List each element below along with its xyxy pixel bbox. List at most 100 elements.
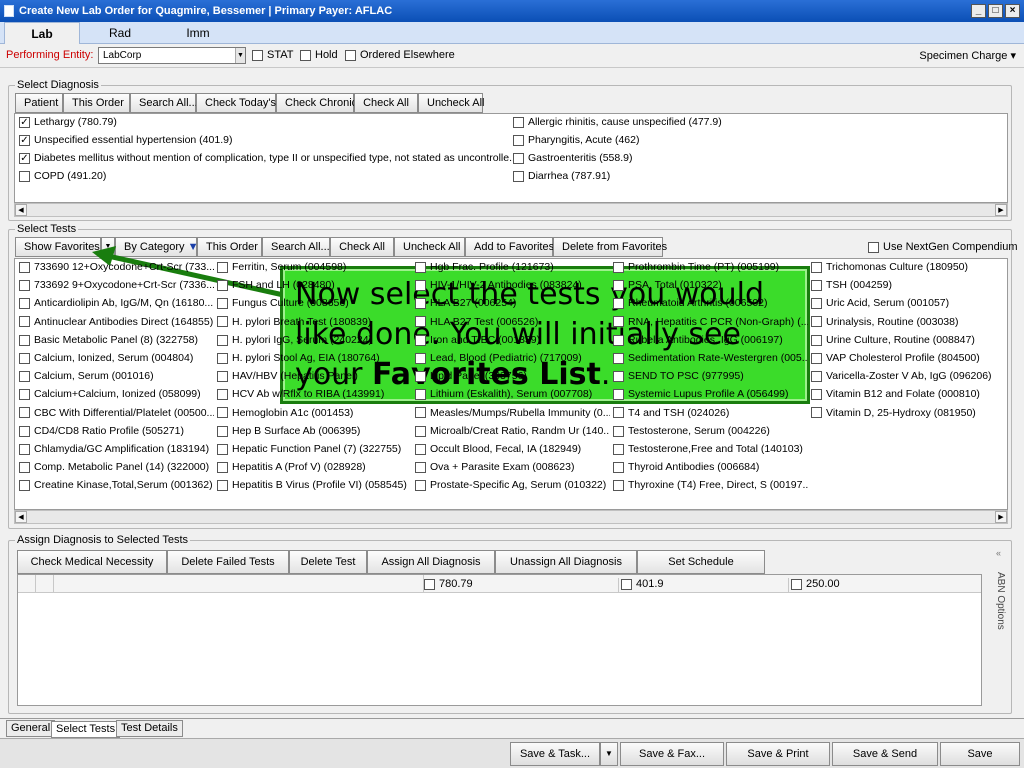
checkbox-box[interactable] xyxy=(217,316,228,328)
checkbox-box[interactable] xyxy=(217,461,228,473)
test-item[interactable]: Hep B Surface Ab (006395) xyxy=(217,425,412,437)
test-item[interactable]: Urinalysis, Routine (003038) xyxy=(811,316,1006,328)
tests-scrollbar[interactable]: ◀ ▶ xyxy=(14,510,1008,524)
checkbox-box[interactable] xyxy=(19,170,30,182)
checkbox-box[interactable] xyxy=(613,298,624,310)
checkbox-box[interactable] xyxy=(415,279,426,291)
test-item[interactable]: HIV-1/HIV-2 Antibodies (083824) xyxy=(415,279,610,291)
test-item[interactable]: Uric Acid, Serum (001057) xyxy=(811,297,1006,309)
test-item[interactable]: Systemic Lupus Profile A (056499) xyxy=(613,388,808,400)
test-item[interactable]: Ferritin, Serum (004598) xyxy=(217,261,412,273)
checkbox-box[interactable] xyxy=(613,370,624,382)
checkbox-box[interactable] xyxy=(613,480,624,492)
show-favorites-button[interactable]: Show Favorites xyxy=(15,237,101,257)
check-todays-button[interactable]: Check Today's xyxy=(196,93,276,113)
uncheck-all-button[interactable]: Uncheck All xyxy=(418,93,484,113)
test-item[interactable]: PSA, Total (010322) xyxy=(613,279,808,291)
diagnosis-item[interactable]: Pharyngitis, Acute (462) xyxy=(513,134,639,146)
test-item[interactable]: Testosterone, Serum (004226) xyxy=(613,425,808,437)
performing-entity-select[interactable]: LabCorp ▼ xyxy=(98,47,246,64)
checkbox-box[interactable] xyxy=(415,298,426,310)
checkbox-box[interactable] xyxy=(217,352,228,364)
patient-button[interactable]: Patient xyxy=(15,93,63,113)
specimen-charge-dropdown[interactable]: Specimen Charge ▾ xyxy=(919,49,1016,62)
test-item[interactable]: HAV/HBV (Hepatitis Panel) xyxy=(217,370,412,382)
checkbox-box[interactable] xyxy=(300,49,311,61)
diagnosis-item[interactable]: Diarrhea (787.91) xyxy=(513,170,610,182)
checkbox-box[interactable] xyxy=(811,298,822,310)
checkbox-box[interactable] xyxy=(613,425,624,437)
diagnosis-item[interactable]: ✓ Lethargy (780.79) xyxy=(19,116,117,128)
test-item[interactable]: FSH and LH (028480) xyxy=(217,279,412,291)
test-item[interactable]: Measles/Mumps/Rubella Immunity (0... xyxy=(415,407,610,419)
scroll-right-icon[interactable]: ▶ xyxy=(995,204,1007,216)
diagnosis-item[interactable]: Allergic rhinitis, cause unspecified (47… xyxy=(513,116,722,128)
checkbox-box[interactable] xyxy=(613,389,624,401)
minimize-icon[interactable]: _ xyxy=(971,4,986,18)
test-item[interactable]: Hepatitis B Virus (Profile VI) (058545) xyxy=(217,479,412,491)
checkbox-box[interactable] xyxy=(415,370,426,382)
test-item[interactable]: Hemoglobin A1c (001453) xyxy=(217,407,412,419)
test-item[interactable]: H. pylori Stool Ag, EIA (180764) xyxy=(217,352,412,364)
checkbox-box[interactable] xyxy=(613,352,624,364)
checkbox-box[interactable] xyxy=(217,480,228,492)
checkbox-box[interactable] xyxy=(513,170,524,182)
test-item[interactable]: SEND TO PSC (977995) xyxy=(613,370,808,382)
test-item[interactable]: 733690 12+Oxycodone+Crt-Scr (733... xyxy=(19,261,214,273)
test-item[interactable]: HLA B27 (006254) xyxy=(415,297,610,309)
tests-search-all-button[interactable]: Search All... xyxy=(262,237,330,257)
checkbox-box[interactable] xyxy=(811,316,822,328)
delete-failed-tests-button[interactable]: Delete Failed Tests xyxy=(167,550,289,574)
save-and-fax-button[interactable]: Save & Fax... xyxy=(620,742,724,766)
checkbox-box[interactable] xyxy=(252,49,263,61)
checkbox-box[interactable] xyxy=(217,261,228,273)
test-item[interactable]: Creatine Kinase,Total,Serum (001362) xyxy=(19,479,214,491)
test-item[interactable]: Rheumatoid Arthritis (006502) xyxy=(613,297,808,309)
test-item[interactable]: Hepatitis A (Prof V) (028928) xyxy=(217,461,412,473)
tests-check-all-button[interactable]: Check All xyxy=(330,237,394,257)
checkbox-box[interactable] xyxy=(613,407,624,419)
checked-checkbox-icon[interactable]: ✓ xyxy=(19,152,30,164)
checkbox-box[interactable] xyxy=(19,461,30,473)
search-all-button[interactable]: Search All... xyxy=(130,93,198,113)
maximize-icon[interactable]: □ xyxy=(988,4,1003,18)
by-category-button[interactable]: By Category ▼ xyxy=(115,237,198,257)
favorites-dropdown-icon[interactable]: ▼ xyxy=(101,237,115,257)
checkbox-box[interactable] xyxy=(513,152,524,164)
test-item[interactable]: Testosterone,Free and Total (140103) xyxy=(613,443,808,455)
checkbox-box[interactable] xyxy=(415,352,426,364)
test-item[interactable]: Rubella Antibodies, IgG (006197) xyxy=(613,334,808,346)
test-item[interactable]: Varicella-Zoster V Ab, IgG (096206) xyxy=(811,370,1006,382)
checkbox-box[interactable] xyxy=(415,389,426,401)
check-medical-necessity-button[interactable]: Check Medical Necessity xyxy=(17,550,167,574)
test-item[interactable]: Iron and TIBC (001339) xyxy=(415,334,610,346)
checkbox-box[interactable] xyxy=(217,298,228,310)
checkbox-box[interactable] xyxy=(19,370,30,382)
test-item[interactable]: Vitamin B12 and Folate (000810) xyxy=(811,388,1006,400)
test-item[interactable]: Thyroid Antibodies (006684) xyxy=(613,461,808,473)
test-item[interactable]: Fungus Culture (008656) xyxy=(217,297,412,309)
checkbox-box[interactable] xyxy=(217,425,228,437)
checkbox-box[interactable] xyxy=(415,334,426,346)
save-and-task-button[interactable]: Save & Task... xyxy=(510,742,600,766)
checked-checkbox-icon[interactable]: ✓ xyxy=(19,116,30,128)
delete-test-button[interactable]: Delete Test xyxy=(289,550,367,574)
assign-all-diagnosis-button[interactable]: Assign All Diagnosis xyxy=(367,550,495,574)
checkbox-box[interactable] xyxy=(613,316,624,328)
checkbox-box[interactable] xyxy=(513,134,524,146)
scroll-left-icon[interactable]: ◀ xyxy=(15,511,27,523)
checkbox-box[interactable] xyxy=(19,425,30,437)
hold-checkbox[interactable]: Hold xyxy=(300,49,338,61)
checkbox-box[interactable] xyxy=(613,279,624,291)
diagnosis-item[interactable]: Gastroenteritis (558.9) xyxy=(513,152,632,164)
checkbox-box[interactable] xyxy=(217,389,228,401)
delete-from-favorites-button[interactable]: Delete from Favorites xyxy=(553,237,667,257)
checkbox-box[interactable] xyxy=(415,261,426,273)
test-item[interactable]: Prothrombin Time (PT) (005199) xyxy=(613,261,808,273)
test-item[interactable]: Thyroxine (T4) Free, Direct, S (00197... xyxy=(613,479,808,491)
diagnosis-item[interactable]: COPD (491.20) xyxy=(19,170,106,182)
scroll-left-icon[interactable]: ◀ xyxy=(15,204,27,216)
test-item[interactable]: Calcium, Ionized, Serum (004804) xyxy=(19,352,214,364)
stat-checkbox[interactable]: STAT xyxy=(252,49,293,61)
test-item[interactable]: Vitamin D, 25-Hydroxy (081950) xyxy=(811,407,1006,419)
